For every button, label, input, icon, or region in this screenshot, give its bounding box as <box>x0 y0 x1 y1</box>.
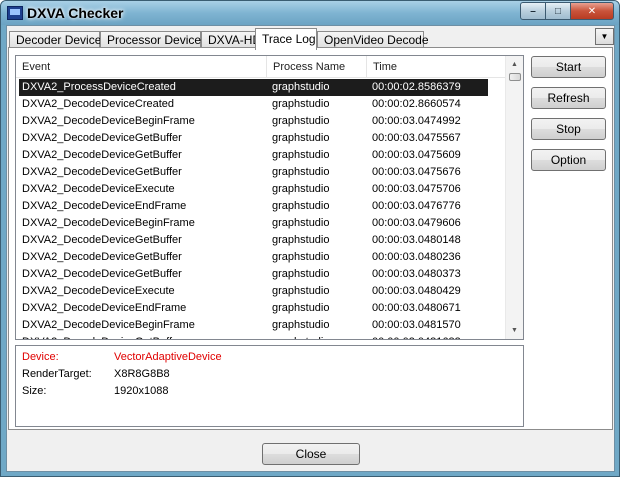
event-cell: DXVA2_DecodeDeviceCreated <box>22 98 175 110</box>
detail-value: X8R8G8B8 <box>114 368 170 380</box>
event-cell: DXVA2_ProcessDeviceCreated <box>22 81 176 93</box>
time-cell: 00:00:03.0481570 <box>372 319 461 331</box>
column-header-event[interactable]: Event <box>16 56 267 78</box>
client-area: Decoder Device Processor Device DXVA-HD … <box>6 25 615 472</box>
time-cell: 00:00:03.0475609 <box>372 149 461 161</box>
detail-key: Size: <box>22 385 47 397</box>
event-cell: DXVA2_DecodeDeviceGetBuffer <box>22 268 182 280</box>
tab-overflow-chevron-down-icon[interactable]: ▼ <box>595 28 614 45</box>
window-title: DXVA Checker <box>27 5 124 21</box>
refresh-button[interactable]: Refresh <box>531 87 606 109</box>
process-name-cell: graphstudio <box>272 217 330 229</box>
minimize-button[interactable]: – <box>520 2 546 20</box>
table-row[interactable]: DXVA2_DecodeDeviceEndFrame graphstudio 00:… <box>16 198 485 215</box>
table-row[interactable]: DXVA2_DecodeDeviceEndFrame graphstudio 00:… <box>16 300 485 317</box>
process-name-cell: graphstudio <box>272 268 330 280</box>
time-cell: 00:00:03.0476776 <box>372 200 461 212</box>
process-name-cell: graphstudio <box>272 200 330 212</box>
scroll-down-arrow-icon[interactable]: ▼ <box>506 322 523 339</box>
table-row[interactable]: DXVA2_DecodeDeviceBeginFrame graphstudio 0… <box>16 215 485 232</box>
table-row[interactable]: DXVA2_DecodeDeviceCreated graphstudio 00:0… <box>16 96 485 113</box>
trace-log-page: Event Process Name Time DXVA2_ProcessDev… <box>8 47 613 430</box>
time-cell: 00:00:03.0480671 <box>372 302 461 314</box>
scroll-up-arrow-icon[interactable]: ▲ <box>506 56 523 73</box>
event-cell: DXVA2_DecodeDeviceGetBuffer <box>22 132 182 144</box>
process-name-cell: graphstudio <box>272 334 330 339</box>
column-header-process-name[interactable]: Process Name <box>267 56 367 78</box>
process-name-cell: graphstudio <box>272 98 330 110</box>
table-row[interactable]: DXVA2_DecodeDeviceBeginFrame graphstudio 0… <box>16 317 485 334</box>
tab-trace-log[interactable]: Trace Log <box>255 28 317 50</box>
time-cell: 00:00:02.8586379 <box>372 81 461 93</box>
time-cell: 00:00:03.0481683 <box>372 334 461 339</box>
option-button[interactable]: Option <box>531 149 606 171</box>
event-cell: DXVA2_DecodeDeviceEndFrame <box>22 200 187 212</box>
time-cell: 00:00:03.0479606 <box>372 217 461 229</box>
time-cell: 00:00:03.0475706 <box>372 183 461 195</box>
process-name-cell: graphstudio <box>272 234 330 246</box>
maximize-button[interactable]: □ <box>545 2 571 20</box>
event-cell: DXVA2_DecodeDeviceBeginFrame <box>22 217 195 229</box>
process-name-cell: graphstudio <box>272 132 330 144</box>
event-cell: DXVA2_DecodeDeviceBeginFrame <box>22 319 195 331</box>
close-window-button[interactable]: ✕ <box>570 2 614 20</box>
event-details-panel: Device: VectorAdaptiveDevice RenderTarge… <box>15 345 524 427</box>
process-name-cell: graphstudio <box>272 183 330 195</box>
time-cell: 00:00:03.0475676 <box>372 166 461 178</box>
event-cell: DXVA2_DecodeDeviceEndFrame <box>22 302 187 314</box>
event-cell: DXVA2_DecodeDeviceExecute <box>22 285 175 297</box>
process-name-cell: graphstudio <box>272 302 330 314</box>
event-cell: DXVA2_DecodeDeviceExecute <box>22 183 175 195</box>
list-body: DXVA2_ProcessDeviceCreated graphstudio 00:… <box>16 79 505 339</box>
scrollbar-thumb[interactable] <box>509 73 521 81</box>
table-row[interactable]: DXVA2_DecodeDeviceGetBuffer graphstudio 00… <box>16 164 485 181</box>
table-row[interactable]: DXVA2_DecodeDeviceGetBuffer graphstudio 00… <box>16 147 485 164</box>
detail-value: 1920x1088 <box>114 385 169 397</box>
process-name-cell: graphstudio <box>272 319 330 331</box>
start-button[interactable]: Start <box>531 56 606 78</box>
app-window: DXVA Checker – □ ✕ Decoder Device Proces… <box>0 0 620 477</box>
event-cell: DXVA2_DecodeDeviceGetBuffer <box>22 251 182 263</box>
event-cell: DXVA2_DecodeDeviceGetBuffer <box>22 166 182 178</box>
detail-key: Device: <box>22 351 59 363</box>
table-row[interactable]: DXVA2_DecodeDeviceBeginFrame graphstudio 0… <box>16 113 485 130</box>
event-cell: DXVA2_DecodeDeviceBeginFrame <box>22 115 195 127</box>
process-name-cell: graphstudio <box>272 115 330 127</box>
trace-event-list[interactable]: Event Process Name Time DXVA2_ProcessDev… <box>15 55 524 340</box>
table-row[interactable]: DXVA2_DecodeDeviceExecute graphstudio 00:0… <box>16 283 485 300</box>
time-cell: 00:00:03.0474992 <box>372 115 461 127</box>
detail-value: VectorAdaptiveDevice <box>114 351 222 363</box>
process-name-cell: graphstudio <box>272 285 330 297</box>
event-cell: DXVA2_DecodeDeviceGetBuffer <box>22 234 182 246</box>
title-bar[interactable]: DXVA Checker – □ ✕ <box>1 1 619 25</box>
process-name-cell: graphstudio <box>272 166 330 178</box>
vertical-scrollbar[interactable]: ▲ ▼ <box>505 56 523 339</box>
list-header: Event Process Name Time <box>16 56 505 78</box>
time-cell: 00:00:02.8660574 <box>372 98 461 110</box>
table-row[interactable]: DXVA2_DecodeDeviceGetBuffer graphstudio 00… <box>16 232 485 249</box>
table-row[interactable]: DXVA2_DecodeDeviceGetBuffer graphstudio 00… <box>16 266 485 283</box>
app-icon <box>7 6 23 20</box>
table-row[interactable]: DXVA2_DecodeDeviceGetBuffer graphstudio 00… <box>16 334 485 339</box>
time-cell: 00:00:03.0475567 <box>372 132 461 144</box>
process-name-cell: graphstudio <box>272 149 330 161</box>
time-cell: 00:00:03.0480429 <box>372 285 461 297</box>
detail-key: RenderTarget: <box>22 368 92 380</box>
process-name-cell: graphstudio <box>272 81 330 93</box>
table-row[interactable]: DXVA2_DecodeDeviceExecute graphstudio 00:0… <box>16 181 485 198</box>
table-row[interactable]: DXVA2_ProcessDeviceCreated graphstudio 00:… <box>19 79 488 96</box>
stop-button[interactable]: Stop <box>531 118 606 140</box>
event-cell: DXVA2_DecodeDeviceGetBuffer <box>22 334 182 339</box>
table-row[interactable]: DXVA2_DecodeDeviceGetBuffer graphstudio 00… <box>16 130 485 147</box>
column-header-time[interactable]: Time <box>367 56 505 78</box>
time-cell: 00:00:03.0480148 <box>372 234 461 246</box>
event-cell: DXVA2_DecodeDeviceGetBuffer <box>22 149 182 161</box>
time-cell: 00:00:03.0480373 <box>372 268 461 280</box>
table-row[interactable]: DXVA2_DecodeDeviceGetBuffer graphstudio 00… <box>16 249 485 266</box>
close-button[interactable]: Close <box>262 443 360 465</box>
process-name-cell: graphstudio <box>272 251 330 263</box>
time-cell: 00:00:03.0480236 <box>372 251 461 263</box>
